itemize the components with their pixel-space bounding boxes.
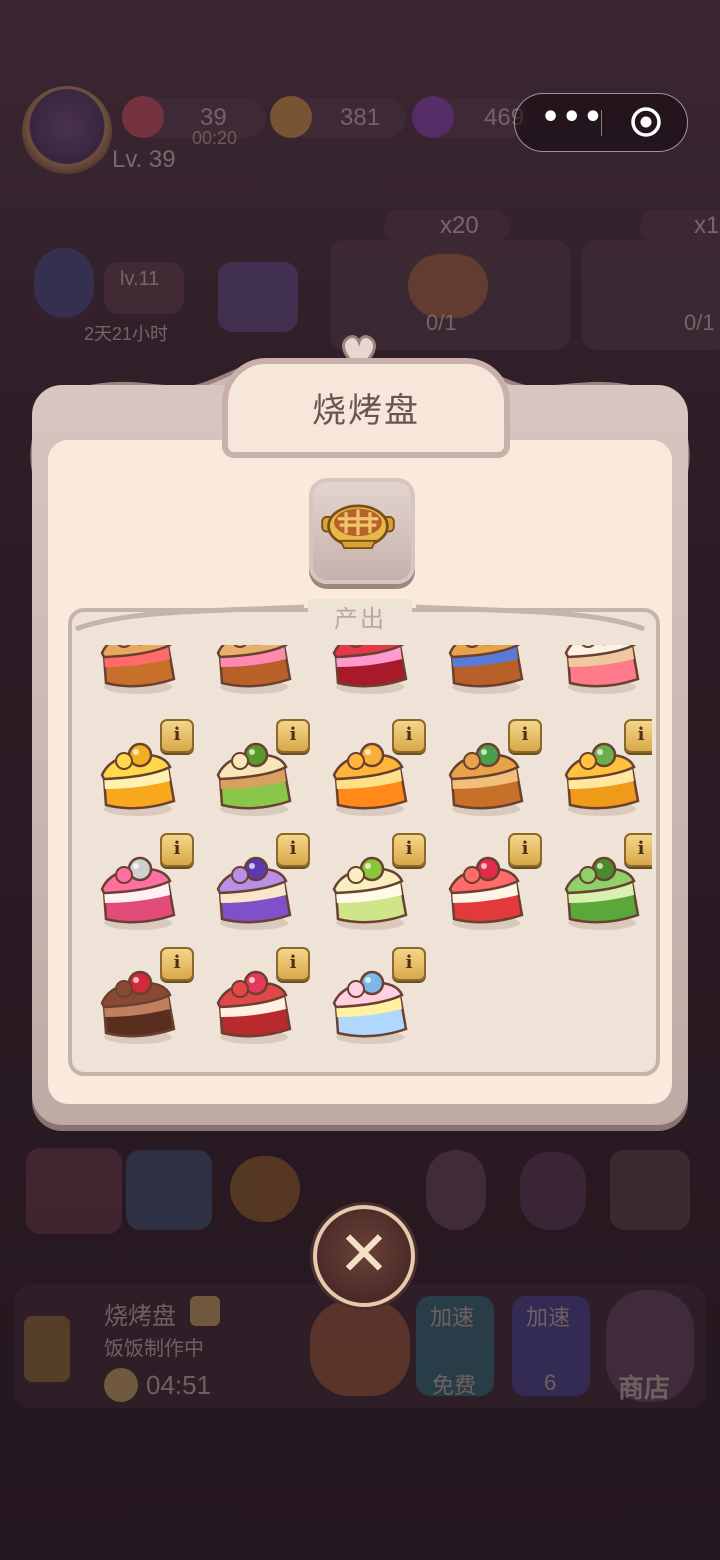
output-grid: i i i i i i i i i i i i i [72,645,652,1065]
board-item-6 [610,1150,690,1230]
shop-label: 商店 [618,1373,671,1403]
capsule-separator [601,110,602,136]
event-flag-icon [218,262,298,332]
strawberry-tart-icon [100,645,176,694]
strawberry-shortcake-icon [564,645,640,694]
energy-timer: 00:20 [192,128,238,148]
speed-gem-cost: 6 [544,1370,557,1395]
pancake-stack-icon [216,645,292,694]
featured-item-slot [309,478,415,584]
producer-info-icon [190,1296,220,1326]
event-level: lv.11 [120,268,160,290]
info-badge-icon[interactable]: i [624,719,652,753]
partial-cake-item [322,645,418,701]
info-badge-icon[interactable]: i [508,719,542,753]
output-label: 产出 [308,599,412,634]
coin-icon [270,96,312,138]
order-food-icon [408,254,488,318]
producer-status: 饭饭制作中 [104,1338,204,1360]
info-badge-icon[interactable]: i [160,947,194,981]
more-dots-icon[interactable]: ••• [541,103,603,136]
producer-result-icon [310,1300,410,1396]
info-badge-icon[interactable]: i [624,833,652,867]
baking-tray-icon [321,504,395,550]
info-badge-icon[interactable]: i [276,947,310,981]
order-reward-1: x20 [440,212,479,239]
blueberry-pie-icon [448,645,524,694]
info-badge-icon[interactable]: i [392,719,426,753]
board-item-4 [426,1150,486,1230]
info-badge-icon[interactable]: i [508,833,542,867]
close-button[interactable]: ✕ [313,1205,415,1307]
order-progress-2: 0/1 [684,310,715,335]
info-badge-icon[interactable]: i [160,719,194,753]
back-arrow-icon [24,1316,70,1382]
producer-timer: 04:51 [146,1370,212,1400]
energy-icon [122,96,164,138]
partial-cake-item [438,645,534,701]
info-badge-icon[interactable]: i [276,833,310,867]
board-item-5 [520,1152,586,1230]
info-badge-icon[interactable]: i [160,833,194,867]
partial-cake-item [90,645,186,701]
info-badge-icon[interactable]: i [392,947,426,981]
target-circle-icon[interactable] [629,105,663,139]
heart-gem-icon [412,96,454,138]
order-reward-2: x1 [694,212,720,239]
berry-jam-icon [332,645,408,694]
producer-name: 烧烤盘 [104,1303,176,1330]
hourglass-icon [34,248,94,318]
board-item-3 [230,1156,300,1222]
board-item-1 [26,1148,122,1234]
info-badge-icon[interactable]: i [392,833,426,867]
partial-cake-item [206,645,302,701]
speed-gem-label: 加速 [526,1305,571,1330]
partial-cake-item [554,645,650,701]
miniprogram-capsule: ••• [514,93,688,152]
player-avatar [22,86,112,176]
speed-free-label: 加速 [430,1305,475,1330]
coins-value: 381 [340,104,381,131]
speed-free-text: 免费 [432,1373,477,1398]
clock-icon [104,1368,138,1402]
item-info-modal: 烧烤盘 产出 i i i i i i i i i i i i i [12,335,708,1135]
close-x-icon: ✕ [338,1217,390,1290]
order-progress-1: 0/1 [426,310,457,335]
board-item-2 [126,1150,212,1230]
info-badge-icon[interactable]: i [276,719,310,753]
modal-title: 烧烤盘 [312,391,420,431]
player-level: Lv. 39 [112,146,176,173]
